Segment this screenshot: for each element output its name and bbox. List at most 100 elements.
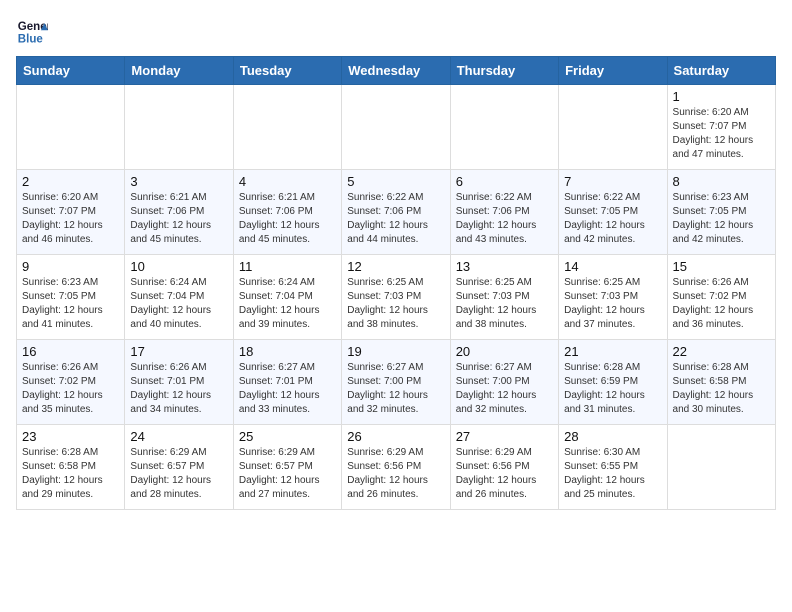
day-of-week-header: Wednesday: [342, 57, 450, 85]
day-number: 14: [564, 259, 661, 274]
day-number: 13: [456, 259, 553, 274]
calendar-cell: 15Sunrise: 6:26 AM Sunset: 7:02 PM Dayli…: [667, 255, 775, 340]
day-info: Sunrise: 6:20 AM Sunset: 7:07 PM Dayligh…: [22, 191, 119, 247]
day-number: 23: [22, 429, 119, 444]
day-info: Sunrise: 6:27 AM Sunset: 7:00 PM Dayligh…: [456, 361, 553, 417]
calendar-cell: 5 Sunrise: 6:22 AM Sunset: 7:06 PM Daylig…: [342, 170, 450, 255]
day-of-week-header: Friday: [559, 57, 667, 85]
calendar-cell: 16 Sunrise: 6:26 AM Sunset: 7:02 PM Dayli…: [17, 340, 125, 425]
calendar-week-row: 1 Sunrise: 6:20 AM Sunset: 7:07 PM Daylig…: [17, 85, 776, 170]
calendar-cell: 12 Sunrise: 6:25 AM Sunset: 7:03 PM Dayli…: [342, 255, 450, 340]
day-number: 10: [130, 259, 227, 274]
day-info: Sunrise: 6:26 AM Sunset: 7:02 PM Dayligh…: [22, 361, 119, 417]
day-info: Sunrise: 6:27 AM Sunset: 7:00 PM Dayligh…: [347, 361, 444, 417]
calendar-cell: [17, 85, 125, 170]
logo-icon: General Blue: [16, 16, 48, 48]
calendar-cell: [233, 85, 341, 170]
day-info: Sunrise: 6:25 AM Sunset: 7:03 PM Dayligh…: [564, 276, 661, 332]
day-info: Sunrise: 6:25 AM Sunset: 7:03 PM Dayligh…: [456, 276, 553, 332]
day-info: Sunrise: 6:29 AM Sunset: 6:56 PM Dayligh…: [456, 446, 553, 502]
day-number: 16: [22, 344, 119, 359]
day-info: Sunrise: 6:29 AM Sunset: 6:56 PM Dayligh…: [347, 446, 444, 502]
svg-text:Blue: Blue: [18, 34, 44, 46]
calendar-week-row: 16 Sunrise: 6:26 AM Sunset: 7:02 PM Dayli…: [17, 340, 776, 425]
day-number: 22: [673, 344, 770, 359]
day-info: Sunrise: 6:22 AM Sunset: 7:06 PM Dayligh…: [347, 191, 444, 247]
calendar-cell: 24 Sunrise: 6:29 AM Sunset: 6:57 PM Dayli…: [125, 425, 233, 510]
day-info: Sunrise: 6:30 AM Sunset: 6:55 PM Dayligh…: [564, 446, 661, 502]
day-number: 17: [130, 344, 227, 359]
day-of-week-header: Monday: [125, 57, 233, 85]
calendar-cell: 7 Sunrise: 6:22 AM Sunset: 7:05 PM Daylig…: [559, 170, 667, 255]
day-number: 20: [456, 344, 553, 359]
calendar-cell: 11Sunrise: 6:24 AM Sunset: 7:04 PM Dayli…: [233, 255, 341, 340]
day-info: Sunrise: 6:25 AM Sunset: 7:03 PM Dayligh…: [347, 276, 444, 332]
day-info: Sunrise: 6:20 AM Sunset: 7:07 PM Dayligh…: [673, 106, 770, 162]
logo: General Blue: [16, 16, 52, 48]
day-number: 9: [22, 259, 119, 274]
day-info: Sunrise: 6:26 AM Sunset: 7:02 PM Dayligh…: [673, 276, 770, 332]
day-number: 28: [564, 429, 661, 444]
calendar-cell: 25 Sunrise: 6:29 AM Sunset: 6:57 PM Dayli…: [233, 425, 341, 510]
day-info: Sunrise: 6:27 AM Sunset: 7:01 PM Dayligh…: [239, 361, 336, 417]
day-info: Sunrise: 6:28 AM Sunset: 6:58 PM Dayligh…: [673, 361, 770, 417]
day-of-week-header: Sunday: [17, 57, 125, 85]
calendar-cell: 13 Sunrise: 6:25 AM Sunset: 7:03 PM Dayli…: [450, 255, 558, 340]
day-number: 24: [130, 429, 227, 444]
day-number: 27: [456, 429, 553, 444]
calendar-cell: 3 Sunrise: 6:21 AM Sunset: 7:06 PM Daylig…: [125, 170, 233, 255]
day-info: Sunrise: 6:29 AM Sunset: 6:57 PM Dayligh…: [239, 446, 336, 502]
calendar-cell: 14 Sunrise: 6:25 AM Sunset: 7:03 PM Dayli…: [559, 255, 667, 340]
day-info: Sunrise: 6:29 AM Sunset: 6:57 PM Dayligh…: [130, 446, 227, 502]
day-info: Sunrise: 6:24 AM Sunset: 7:04 PM Dayligh…: [239, 276, 336, 332]
calendar-week-row: 2 Sunrise: 6:20 AM Sunset: 7:07 PM Daylig…: [17, 170, 776, 255]
day-info: Sunrise: 6:21 AM Sunset: 7:06 PM Dayligh…: [130, 191, 227, 247]
day-number: 5: [347, 174, 444, 189]
calendar-cell: 1 Sunrise: 6:20 AM Sunset: 7:07 PM Daylig…: [667, 85, 775, 170]
day-info: Sunrise: 6:28 AM Sunset: 6:59 PM Dayligh…: [564, 361, 661, 417]
day-number: 3: [130, 174, 227, 189]
day-info: Sunrise: 6:22 AM Sunset: 7:06 PM Dayligh…: [456, 191, 553, 247]
calendar-cell: 4 Sunrise: 6:21 AM Sunset: 7:06 PM Daylig…: [233, 170, 341, 255]
calendar-cell: [342, 85, 450, 170]
calendar-cell: 18 Sunrise: 6:27 AM Sunset: 7:01 PM Dayli…: [233, 340, 341, 425]
calendar-week-row: 9 Sunrise: 6:23 AM Sunset: 7:05 PM Daylig…: [17, 255, 776, 340]
calendar-cell: 23 Sunrise: 6:28 AM Sunset: 6:58 PM Dayli…: [17, 425, 125, 510]
calendar-cell: 22 Sunrise: 6:28 AM Sunset: 6:58 PM Dayli…: [667, 340, 775, 425]
calendar-cell: 26 Sunrise: 6:29 AM Sunset: 6:56 PM Dayli…: [342, 425, 450, 510]
day-number: 18: [239, 344, 336, 359]
calendar-cell: 6 Sunrise: 6:22 AM Sunset: 7:06 PM Daylig…: [450, 170, 558, 255]
day-number: 7: [564, 174, 661, 189]
day-number: 4: [239, 174, 336, 189]
day-info: Sunrise: 6:26 AM Sunset: 7:01 PM Dayligh…: [130, 361, 227, 417]
day-info: Sunrise: 6:21 AM Sunset: 7:06 PM Dayligh…: [239, 191, 336, 247]
calendar-cell: [450, 85, 558, 170]
calendar-cell: 10 Sunrise: 6:24 AM Sunset: 7:04 PM Dayli…: [125, 255, 233, 340]
calendar-cell: 2 Sunrise: 6:20 AM Sunset: 7:07 PM Daylig…: [17, 170, 125, 255]
calendar-cell: 28 Sunrise: 6:30 AM Sunset: 6:55 PM Dayli…: [559, 425, 667, 510]
day-info: Sunrise: 6:23 AM Sunset: 7:05 PM Dayligh…: [22, 276, 119, 332]
calendar-cell: 20 Sunrise: 6:27 AM Sunset: 7:00 PM Dayli…: [450, 340, 558, 425]
day-number: 1: [673, 89, 770, 104]
day-info: Sunrise: 6:24 AM Sunset: 7:04 PM Dayligh…: [130, 276, 227, 332]
calendar-cell: 27 Sunrise: 6:29 AM Sunset: 6:56 PM Dayli…: [450, 425, 558, 510]
day-info: Sunrise: 6:23 AM Sunset: 7:05 PM Dayligh…: [673, 191, 770, 247]
calendar-table: SundayMondayTuesdayWednesdayThursdayFrid…: [16, 56, 776, 510]
day-number: 12: [347, 259, 444, 274]
calendar-week-row: 23 Sunrise: 6:28 AM Sunset: 6:58 PM Dayli…: [17, 425, 776, 510]
day-of-week-header: Saturday: [667, 57, 775, 85]
calendar-cell: 17 Sunrise: 6:26 AM Sunset: 7:01 PM Dayli…: [125, 340, 233, 425]
calendar-cell: [667, 425, 775, 510]
day-info: Sunrise: 6:28 AM Sunset: 6:58 PM Dayligh…: [22, 446, 119, 502]
calendar-cell: 21Sunrise: 6:28 AM Sunset: 6:59 PM Dayli…: [559, 340, 667, 425]
day-number: 25: [239, 429, 336, 444]
day-number: 6: [456, 174, 553, 189]
day-number: 2: [22, 174, 119, 189]
calendar-cell: 8Sunrise: 6:23 AM Sunset: 7:05 PM Daylig…: [667, 170, 775, 255]
calendar-cell: 19Sunrise: 6:27 AM Sunset: 7:00 PM Dayli…: [342, 340, 450, 425]
calendar-cell: 9 Sunrise: 6:23 AM Sunset: 7:05 PM Daylig…: [17, 255, 125, 340]
day-info: Sunrise: 6:22 AM Sunset: 7:05 PM Dayligh…: [564, 191, 661, 247]
day-of-week-header: Tuesday: [233, 57, 341, 85]
day-number: 26: [347, 429, 444, 444]
day-of-week-header: Thursday: [450, 57, 558, 85]
